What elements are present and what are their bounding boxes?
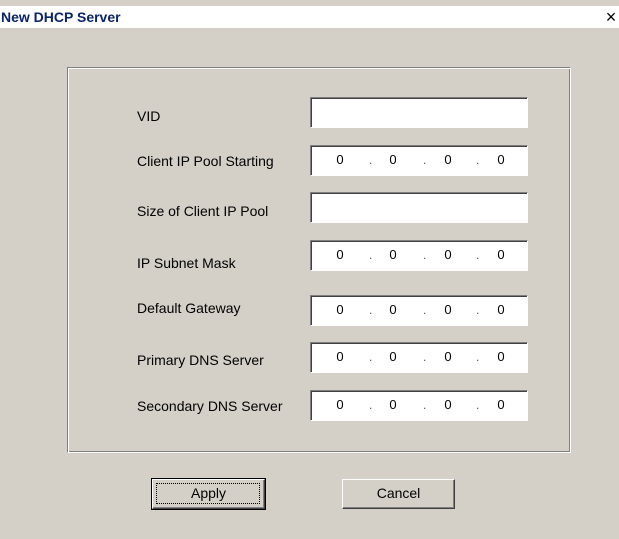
ip-octet[interactable]: 0 (333, 397, 347, 412)
ip-dot: . (423, 153, 427, 167)
vid-label: VID (137, 108, 161, 124)
ip-dot: . (369, 398, 373, 412)
ip-octet[interactable]: 0 (333, 302, 347, 317)
vid-input[interactable] (310, 97, 528, 128)
ip-dot: . (369, 350, 373, 364)
subnet-mask-input[interactable]: 0 . 0 . 0 . 0 (310, 240, 528, 271)
ip-dot: . (423, 303, 427, 317)
ip-octet[interactable]: 0 (441, 152, 455, 167)
secondary-dns-label: Secondary DNS Server (137, 398, 283, 414)
close-icon[interactable]: × (603, 8, 619, 26)
focus-rectangle (156, 483, 260, 504)
ip-dot: . (369, 248, 373, 262)
client-ip-pool-starting-input[interactable]: 0 . 0 . 0 . 0 (310, 145, 528, 176)
ip-octet[interactable]: 0 (494, 302, 508, 317)
ip-dot: . (423, 398, 427, 412)
ip-dot: . (369, 153, 373, 167)
ip-dot: . (423, 248, 427, 262)
ip-octet[interactable]: 0 (441, 397, 455, 412)
cancel-button-label: Cancel (376, 485, 421, 501)
ip-octet[interactable]: 0 (386, 247, 400, 262)
pool-size-input[interactable] (310, 192, 528, 223)
ip-octet[interactable]: 0 (386, 302, 400, 317)
pool-size-label: Size of Client IP Pool (137, 203, 269, 219)
ip-octet[interactable]: 0 (494, 247, 508, 262)
apply-button[interactable]: Apply (151, 478, 266, 510)
title-bar[interactable]: New DHCP Server × (0, 6, 619, 28)
default-gateway-input[interactable]: 0 . 0 . 0 . 0 (310, 295, 528, 326)
client-ip-pool-starting-label: Client IP Pool Starting (137, 153, 274, 169)
ip-dot: . (476, 350, 480, 364)
window-title: New DHCP Server (1, 9, 121, 25)
ip-dot: . (423, 350, 427, 364)
dhcp-server-dialog: New DHCP Server × VID Client IP Pool Sta… (0, 0, 619, 539)
cancel-button[interactable]: Cancel (342, 479, 455, 509)
primary-dns-input[interactable]: 0 . 0 . 0 . 0 (310, 342, 528, 373)
primary-dns-label: Primary DNS Server (137, 352, 264, 368)
ip-octet[interactable]: 0 (333, 152, 347, 167)
ip-dot: . (369, 303, 373, 317)
default-gateway-label: Default Gateway (137, 300, 241, 316)
ip-octet[interactable]: 0 (494, 152, 508, 167)
ip-octet[interactable]: 0 (441, 302, 455, 317)
ip-octet[interactable]: 0 (386, 152, 400, 167)
ip-octet[interactable]: 0 (386, 397, 400, 412)
ip-octet[interactable]: 0 (333, 247, 347, 262)
subnet-mask-label: IP Subnet Mask (137, 255, 236, 271)
ip-dot: . (476, 248, 480, 262)
ip-dot: . (476, 153, 480, 167)
ip-dot: . (476, 303, 480, 317)
ip-octet[interactable]: 0 (333, 349, 347, 364)
secondary-dns-input[interactable]: 0 . 0 . 0 . 0 (310, 390, 528, 421)
ip-octet[interactable]: 0 (494, 397, 508, 412)
ip-octet[interactable]: 0 (494, 349, 508, 364)
ip-octet[interactable]: 0 (386, 349, 400, 364)
ip-octet[interactable]: 0 (441, 349, 455, 364)
ip-dot: . (476, 398, 480, 412)
ip-octet[interactable]: 0 (441, 247, 455, 262)
